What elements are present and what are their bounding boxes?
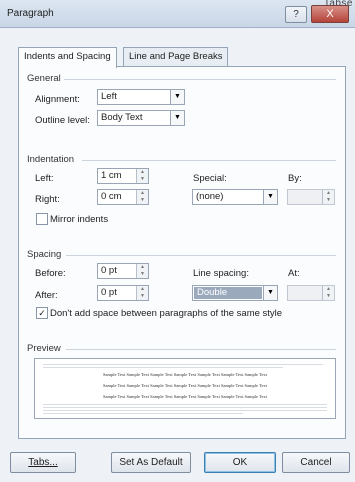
spacing-divider — [66, 255, 336, 256]
tab-indents-and-spacing[interactable]: Indents and Spacing — [18, 47, 117, 68]
spinner-arrows-icon[interactable]: ▲ ▼ — [136, 286, 148, 300]
alignment-dropdown[interactable]: Left ▼ — [97, 89, 185, 105]
preview-sample-line: Sample Text Sample Text Sample Text Samp… — [102, 372, 268, 377]
tabs-button[interactable]: Tabs... — [10, 452, 76, 473]
preview-sample-line: Sample Text Sample Text Sample Text Samp… — [102, 394, 268, 399]
outline-level-value: Body Text — [101, 112, 143, 123]
special-label: Special: — [193, 173, 227, 184]
ok-button-label: OK — [232, 457, 248, 468]
dont-add-space-label: Don't add space between paragraphs of th… — [50, 308, 283, 319]
indentation-section-title: Indentation — [27, 154, 75, 165]
line-spacing-dropdown[interactable]: Double ▼ — [192, 285, 278, 301]
chevron-down-icon[interactable]: ▼ — [263, 286, 277, 300]
preview-box: Sample Text Sample Text Sample Text Samp… — [34, 358, 336, 419]
preview-divider — [66, 349, 336, 350]
mirror-indents-label: Mirror indents — [50, 214, 109, 225]
ok-button[interactable]: OK — [204, 452, 276, 473]
indent-right-label: Right: — [35, 194, 60, 205]
set-as-default-button[interactable]: Set As Default — [111, 452, 191, 473]
chevron-down-icon[interactable]: ▼ — [263, 190, 277, 204]
indent-left-input[interactable]: 1 cm ▲ ▼ — [97, 168, 149, 184]
cancel-button[interactable]: Cancel — [282, 452, 350, 473]
spinner-arrows-icon[interactable]: ▲ ▼ — [136, 190, 148, 204]
spinner-arrows-icon[interactable]: ▲ ▼ — [322, 286, 334, 300]
by-input[interactable]: ▲ ▼ — [287, 189, 335, 205]
line-spacing-value: Double — [194, 287, 262, 299]
preview-following-paragraph — [43, 407, 327, 408]
chevron-down-icon[interactable]: ▼ — [170, 111, 184, 125]
outline-level-label: Outline level: — [35, 115, 90, 126]
indent-left-value: 1 cm — [101, 170, 122, 181]
dialog-title: Paragraph — [7, 8, 54, 19]
tab-line-and-page-breaks-label: Line and Page Breaks — [129, 51, 223, 62]
by-label: By: — [288, 173, 302, 184]
indentation-divider — [82, 160, 336, 161]
after-label: After: — [35, 290, 58, 301]
preview-previous-paragraph — [43, 364, 323, 365]
tab-indents-and-spacing-label: Indents and Spacing — [24, 51, 111, 62]
tabs-button-label: Tabs... — [28, 457, 58, 468]
indent-right-input[interactable]: 0 cm ▲ ▼ — [97, 189, 149, 205]
after-input[interactable]: 0 pt ▲ ▼ — [97, 285, 149, 301]
cancel-button-label: Cancel — [300, 457, 332, 468]
before-label: Before: — [35, 268, 66, 279]
checkmark-icon: ✓ — [38, 308, 46, 318]
preview-following-paragraph — [43, 413, 243, 414]
after-value: 0 pt — [101, 287, 117, 298]
before-input[interactable]: 0 pt ▲ ▼ — [97, 263, 149, 279]
preview-following-paragraph — [43, 410, 327, 411]
indent-right-value: 0 cm — [101, 191, 122, 202]
spinner-arrows-icon[interactable]: ▲ ▼ — [136, 169, 148, 183]
alignment-value: Left — [101, 91, 117, 102]
outline-level-dropdown[interactable]: Body Text ▼ — [97, 110, 185, 126]
line-spacing-label: Line spacing: — [193, 268, 249, 279]
general-divider — [64, 79, 336, 80]
spinner-arrows-icon[interactable]: ▲ ▼ — [136, 264, 148, 278]
at-input[interactable]: ▲ ▼ — [287, 285, 335, 301]
before-value: 0 pt — [101, 265, 117, 276]
chevron-down-icon[interactable]: ▼ — [170, 90, 184, 104]
preview-section-title: Preview — [27, 343, 61, 354]
preview-previous-paragraph — [43, 367, 283, 368]
dont-add-space-checkbox[interactable]: ✓ — [36, 307, 48, 319]
special-value: (none) — [196, 191, 224, 202]
close-button[interactable]: X — [311, 5, 349, 23]
title-bar: Paragraph Tabse ? X — [0, 0, 355, 28]
preview-sample-line: Sample Text Sample Text Sample Text Samp… — [102, 383, 268, 388]
mirror-indents-checkbox[interactable] — [36, 213, 48, 225]
at-label: At: — [288, 268, 300, 279]
help-button[interactable]: ? — [285, 6, 307, 23]
preview-following-paragraph — [43, 404, 327, 405]
special-dropdown[interactable]: (none) ▼ — [192, 189, 278, 205]
set-as-default-button-label: Set As Default — [119, 457, 183, 468]
tab-line-and-page-breaks[interactable]: Line and Page Breaks — [123, 47, 229, 67]
indent-left-label: Left: — [35, 173, 54, 184]
spinner-arrows-icon[interactable]: ▲ ▼ — [322, 190, 334, 204]
alignment-label: Alignment: — [35, 94, 80, 105]
general-section-title: General — [27, 73, 61, 84]
spacing-section-title: Spacing — [27, 249, 62, 260]
